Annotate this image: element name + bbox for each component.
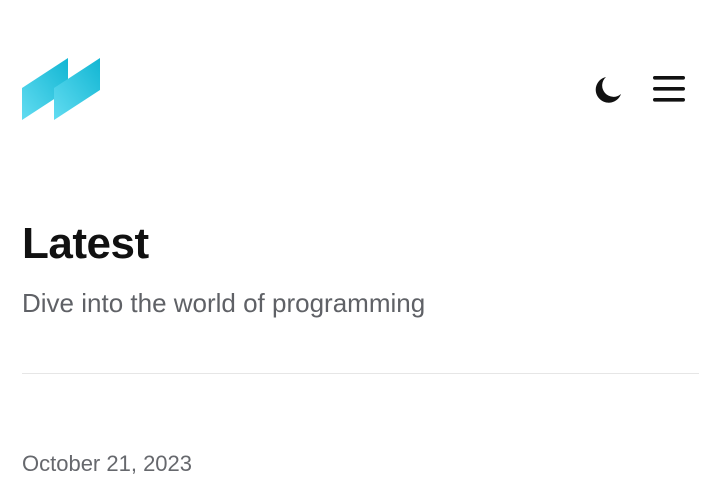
post-date: October 21, 2023 bbox=[22, 451, 193, 476]
page: Latest Dive into the world of programmin… bbox=[0, 0, 721, 501]
hamburger-menu-icon bbox=[653, 76, 685, 102]
page-title: Latest bbox=[22, 219, 149, 268]
site-header bbox=[0, 0, 721, 150]
double-slash-logo-icon bbox=[22, 58, 100, 120]
page-subtitle: Dive into the world of programming bbox=[22, 288, 426, 318]
theme-toggle-button[interactable] bbox=[590, 72, 626, 108]
divider bbox=[22, 373, 699, 374]
moon-icon bbox=[595, 77, 621, 103]
site-logo[interactable] bbox=[22, 58, 102, 120]
menu-button[interactable] bbox=[650, 70, 688, 108]
